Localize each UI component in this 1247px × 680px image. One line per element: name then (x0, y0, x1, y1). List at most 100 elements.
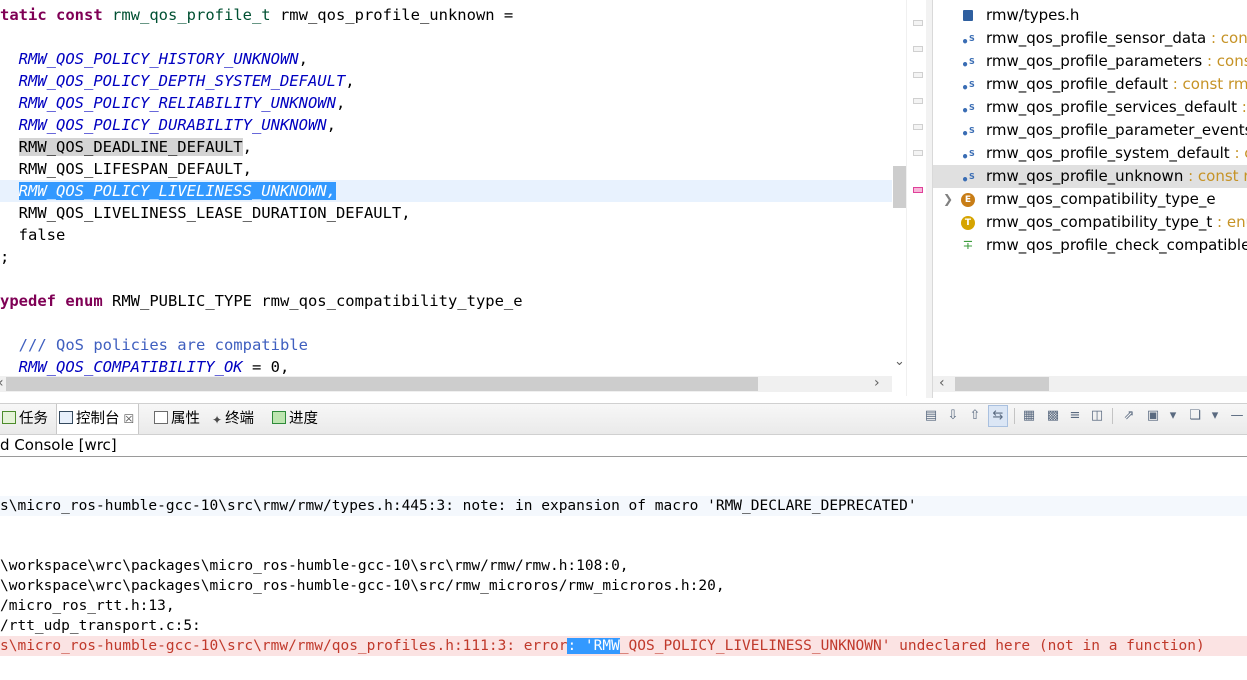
outline-item-type: : co (1234, 144, 1247, 162)
outline-item[interactable]: •S rmw_qos_profile_parameters : const (933, 50, 1247, 73)
outline-horizontal-scroll-thumb[interactable] (955, 377, 1049, 391)
scroll-down-arrow-icon[interactable]: ⌄ (894, 354, 905, 369)
console-line[interactable]: s\micro_ros-humble-gcc-10\src\rmw/rmw/ty… (0, 496, 1247, 516)
code-line[interactable]: tatic const rmw_qos_profile_t rmw_qos_pr… (0, 4, 513, 26)
chevron-right-icon[interactable]: ❯ (943, 188, 953, 211)
editor-outline-splitter[interactable] (926, 0, 933, 398)
outline-item[interactable]: •S rmw_qos_profile_parameter_events (933, 119, 1247, 142)
ruler-marker[interactable] (913, 72, 923, 78)
outline-item-name: rmw_qos_profile_parameter_events (986, 121, 1247, 139)
tab-terminal[interactable]: ✦ 终端 (210, 404, 258, 434)
clear-console-icon[interactable]: ▤ (922, 406, 940, 426)
view-menu-icon[interactable]: ▾ (1206, 406, 1224, 426)
tab-console[interactable]: 控制台 ☒ (56, 404, 140, 434)
console-text: \workspace\wrc\packages\micro_ros-humble… (0, 558, 629, 574)
code-token: RMW_QOS_COMPATIBILITY_OK (18, 358, 243, 376)
code-line[interactable]: ; (0, 246, 9, 268)
console-output[interactable]: s\micro_ros-humble-gcc-10\src\rmw/rmw/ty… (0, 457, 1247, 680)
pin-console-icon[interactable]: ▦ (1020, 406, 1038, 426)
outline-item[interactable]: •S rmw_qos_profile_unknown : const rm (933, 165, 1247, 188)
outline-item[interactable]: •S rmw_qos_profile_services_default : c (933, 96, 1247, 119)
static-variable-icon: •S (961, 80, 975, 95)
ruler-marker[interactable] (913, 46, 923, 52)
copy-icon[interactable]: ◫ (1088, 406, 1106, 426)
editor-horizontal-scroll-thumb[interactable] (6, 377, 758, 391)
code-line[interactable]: RMW_QOS_POLICY_LIVELINESS_UNKNOWN, (0, 180, 892, 202)
previous-icon[interactable]: ⇧ (966, 406, 984, 426)
console-text: s\micro_ros-humble-gcc-10\src\rmw/rmw/ty… (0, 498, 917, 514)
code-token: = 0, (242, 358, 290, 376)
minimize-icon[interactable]: — (1228, 406, 1246, 426)
code-line[interactable]: RMW_QOS_COMPATIBILITY_OK = 0, (0, 356, 290, 376)
outline-item[interactable]: •S rmw_qos_profile_sensor_data : cons (933, 27, 1247, 50)
code-line[interactable]: RMW_QOS_LIFESPAN_DEFAULT, (0, 158, 252, 180)
tab-tasks[interactable]: 任务 (0, 404, 52, 434)
code-line[interactable]: RMW_QOS_POLICY_DURABILITY_UNKNOWN, (0, 114, 336, 136)
next-icon[interactable]: ⇩ (944, 406, 962, 426)
outline-item-name: rmw/types.h (986, 6, 1080, 24)
tab-progress[interactable]: 进度 (270, 404, 322, 434)
overview-ruler[interactable] (906, 0, 926, 396)
code-area[interactable]: tatic const rmw_qos_profile_t rmw_qos_pr… (0, 0, 892, 376)
remove-launch-icon[interactable]: ≡ (1066, 406, 1084, 426)
ruler-marker[interactable] (913, 20, 923, 26)
ruler-occurrence-marker[interactable] (913, 187, 923, 193)
outline-item[interactable]: ∓ rmw_qos_profile_check_compatible (933, 234, 1247, 257)
code-line[interactable]: ypedef enum RMW_PUBLIC_TYPE rmw_qos_comp… (0, 290, 523, 312)
chevron-down-icon[interactable]: ▾ (1164, 406, 1182, 426)
console-line[interactable] (0, 516, 1247, 536)
outline-item[interactable]: •S rmw_qos_profile_system_default : co (933, 142, 1247, 165)
outline-item[interactable]: rmw/types.h (933, 4, 1247, 27)
code-line[interactable]: RMW_QOS_POLICY_HISTORY_UNKNOWN, (0, 48, 308, 70)
outline-horizontal-scrollbar[interactable]: ‹ (933, 375, 1247, 392)
word-wrap-icon[interactable]: ▩ (1044, 406, 1062, 426)
console-error-line[interactable]: s\micro_ros-humble-gcc-10\src\rmw/rmw/qo… (0, 636, 1247, 656)
display-selected-console-icon[interactable]: ⇗ (1120, 406, 1138, 426)
static-variable-icon: •S (961, 57, 975, 72)
code-token: , (345, 72, 355, 90)
close-icon[interactable]: ☒ (124, 412, 135, 426)
code-token: RMW_QOS_POLICY_LIVELINESS_UNKNOWN, (18, 182, 336, 200)
ruler-marker[interactable] (913, 124, 923, 130)
code-editor[interactable]: tatic const rmw_qos_profile_t rmw_qos_pr… (0, 0, 926, 396)
outline-item[interactable]: •S rmw_qos_profile_default : const rmw (933, 73, 1247, 96)
outline-item[interactable]: ❯ Ermw_qos_compatibility_type_e (933, 188, 1247, 211)
function-icon: ∓ (962, 238, 974, 253)
console-line[interactable] (0, 476, 1247, 496)
console-title: d Console [wrc] (0, 436, 117, 454)
editor-vertical-scrollbar[interactable]: ⌄ (892, 0, 909, 376)
code-token: RMW_QOS_POLICY_RELIABILITY_UNKNOWN (18, 94, 336, 112)
code-line[interactable]: RMW_QOS_LIVELINESS_LEASE_DURATION_DEFAUL… (0, 202, 411, 224)
console-line[interactable]: /rtt_udp_transport.c:5: (0, 616, 1247, 636)
code-line[interactable]: RMW_QOS_POLICY_RELIABILITY_UNKNOWN, (0, 92, 346, 114)
console-text: _QOS_POLICY_LIVELINESS_UNKNOWN' undeclar… (619, 638, 1205, 654)
console-line[interactable]: \workspace\wrc\packages\micro_ros-humble… (0, 556, 1247, 576)
console-line[interactable]: \workspace\wrc\packages\micro_ros-humble… (0, 576, 1247, 596)
ruler-marker[interactable] (913, 98, 923, 104)
scroll-lock-icon[interactable]: ⇆ (988, 405, 1008, 427)
code-line[interactable]: false (0, 224, 66, 246)
header-file-icon (963, 10, 973, 21)
scroll-right-arrow-icon[interactable]: › (874, 375, 880, 391)
console-line[interactable]: /micro_ros_rtt.h:13, (0, 596, 1247, 616)
tab-properties[interactable]: 属性 (152, 404, 204, 434)
console-line[interactable] (0, 536, 1247, 556)
open-console-icon[interactable]: ▣ (1144, 406, 1162, 426)
scroll-left-arrow-icon[interactable]: ‹ (939, 375, 945, 391)
editor-horizontal-scrollbar[interactable]: ‹ › (0, 375, 892, 392)
code-line[interactable]: RMW_QOS_POLICY_DEPTH_SYSTEM_DEFAULT, (0, 70, 355, 92)
code-line[interactable]: /// QoS policies are compatible (0, 334, 308, 356)
ruler-marker[interactable] (913, 150, 923, 156)
scroll-left-arrow-icon[interactable]: ‹ (0, 375, 4, 391)
code-token: false (0, 226, 66, 244)
outline-item-label: rmw_qos_profile_unknown : const rm (986, 165, 1247, 188)
outline-view[interactable]: rmw/types.h •S rmw_qos_profile_sensor_data… (933, 0, 1247, 398)
code-line[interactable]: RMW_QOS_DEADLINE_DEFAULT, (0, 136, 252, 158)
outline-item-label: rmw_qos_profile_services_default : c (986, 96, 1247, 119)
outline-item[interactable]: Trmw_qos_compatibility_type_t : enu (933, 211, 1247, 234)
new-console-icon[interactable]: ❏ (1186, 406, 1204, 426)
tab-label: 终端 (225, 411, 255, 427)
tab-label: 属性 (171, 411, 200, 427)
